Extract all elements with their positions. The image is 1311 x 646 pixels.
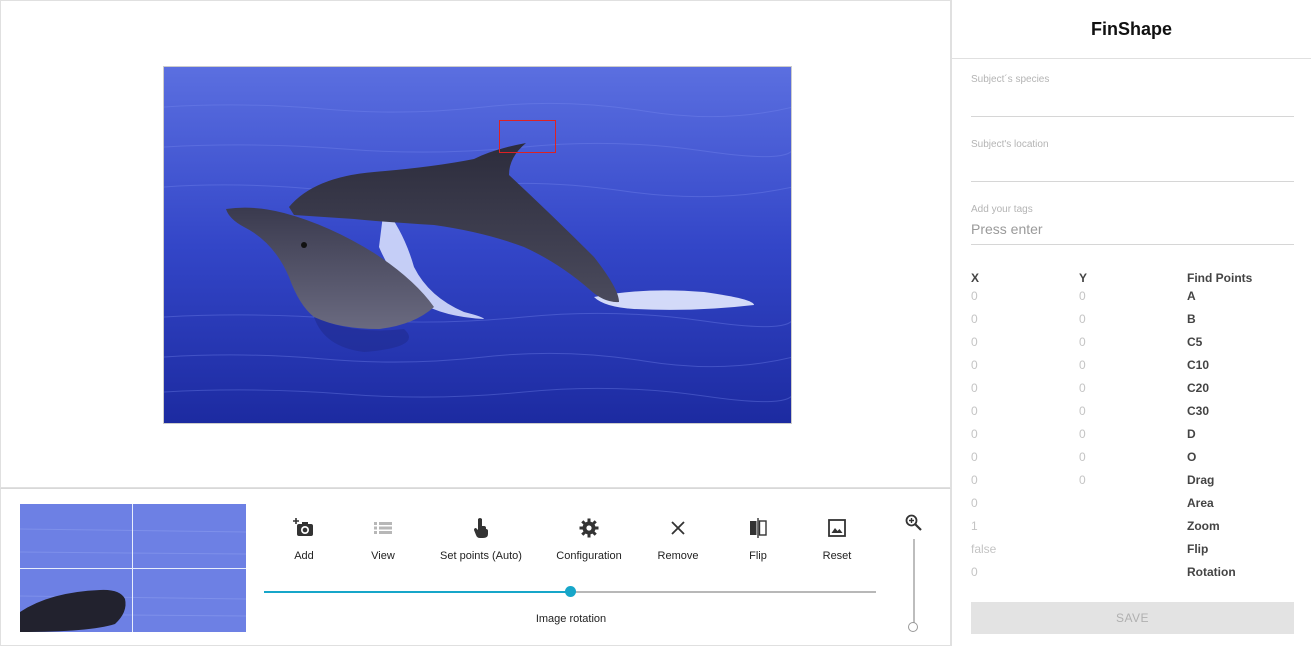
point-y-value: 0 [1079,358,1086,372]
details-panel: FinShape Subject´s species Subject's loc… [951,0,1311,646]
point-name: C10 [1187,358,1210,372]
rotation-slider[interactable] [264,586,876,597]
point-x-value: 0 [971,381,978,395]
zoom-slider-handle[interactable] [908,622,918,632]
preview-crosshair-horizontal [20,568,246,569]
tags-field[interactable]: Add your tags Press enter [971,204,1294,245]
app-title: FinShape [952,0,1311,59]
tags-label: Add your tags [971,204,1033,215]
point-x-value: 1 [971,519,978,533]
point-name: A [1187,289,1196,303]
points-row: 0 0 A [952,289,1311,309]
points-row: 0 0 Drag [952,473,1311,493]
point-x-value: 0 [971,358,978,372]
species-label: Subject´s species [971,74,1050,85]
point-name: D [1187,427,1196,441]
points-row: 0 0 C10 [952,358,1311,378]
y-column-header: Y [1079,271,1088,285]
point-y-value: 0 [1079,450,1086,464]
reset-button[interactable]: Reset [787,517,887,562]
point-y-value: 0 [1079,473,1086,487]
points-row: 0 0 C20 [952,381,1311,401]
point-x-value: 0 [971,312,978,326]
point-name: C20 [1187,381,1210,395]
configuration-label: Configuration [556,550,622,562]
rotation-slider-label: Image rotation [535,613,607,625]
points-row: 0 Area [952,496,1311,516]
point-y-value: 0 [1079,427,1086,441]
points-row: 0 0 B [952,312,1311,332]
point-x-value: 0 [971,496,978,510]
list-icon [333,517,433,539]
species-field[interactable]: Subject´s species [971,74,1294,117]
point-x-value: 0 [971,289,978,303]
view-label: View [371,550,395,562]
point-name: Drag [1187,473,1215,487]
points-row: 0 0 C5 [952,335,1311,355]
point-x-value: 0 [971,565,978,579]
points-row: 0 0 D [952,427,1311,447]
points-column-header: Find Points [1187,271,1253,285]
gear-icon [539,517,639,539]
touch-icon [431,517,531,539]
point-name: Rotation [1187,565,1236,579]
rotation-slider-fill [264,591,571,593]
point-name: C5 [1187,335,1203,349]
location-label: Subject's location [971,139,1049,150]
dolphin-photo[interactable] [163,66,792,424]
x-column-header: X [971,271,980,285]
point-y-value: 0 [1079,335,1086,349]
point-name: Zoom [1187,519,1220,533]
points-row: 0 Rotation [952,565,1311,585]
point-y-value: 0 [1079,312,1086,326]
set-points-label: Set points (Auto) [440,550,522,562]
image-icon [787,517,887,539]
image-viewer [0,0,951,488]
point-name: B [1187,312,1196,326]
rotation-slider-handle[interactable] [565,586,576,597]
point-y-value: 0 [1079,404,1086,418]
point-x-value: 0 [971,335,978,349]
toolbar-panel: Add View Set points (Auto) Configuration… [0,488,951,646]
point-name: C30 [1187,404,1210,418]
tags-input[interactable]: Press enter [971,221,1294,237]
point-name: O [1187,450,1197,464]
points-row: 1 Zoom [952,519,1311,539]
selection-box[interactable] [499,120,556,153]
point-x-value: 0 [971,473,978,487]
points-row: false Flip [952,542,1311,562]
point-name: Flip [1187,542,1209,556]
reset-label: Reset [822,550,852,562]
points-row: 0 0 C30 [952,404,1311,424]
zoom-slider[interactable] [913,539,915,624]
point-y-value: 0 [1079,381,1086,395]
configuration-button[interactable]: Configuration [539,517,639,562]
point-y-value: 0 [1079,289,1086,303]
point-x-value: 0 [971,450,978,464]
point-name: Area [1187,496,1214,510]
points-row: 0 0 O [952,450,1311,470]
set-points-button[interactable]: Set points (Auto) [431,517,531,562]
point-x-value: 0 [971,404,978,418]
view-button[interactable]: View [333,517,433,562]
point-x-value: false [971,542,997,556]
save-button[interactable]: SAVE [971,602,1294,634]
point-x-value: 0 [971,427,978,441]
location-field[interactable]: Subject's location [971,139,1294,182]
zoom-preview [20,504,246,632]
zoom-in-icon[interactable] [905,514,922,536]
